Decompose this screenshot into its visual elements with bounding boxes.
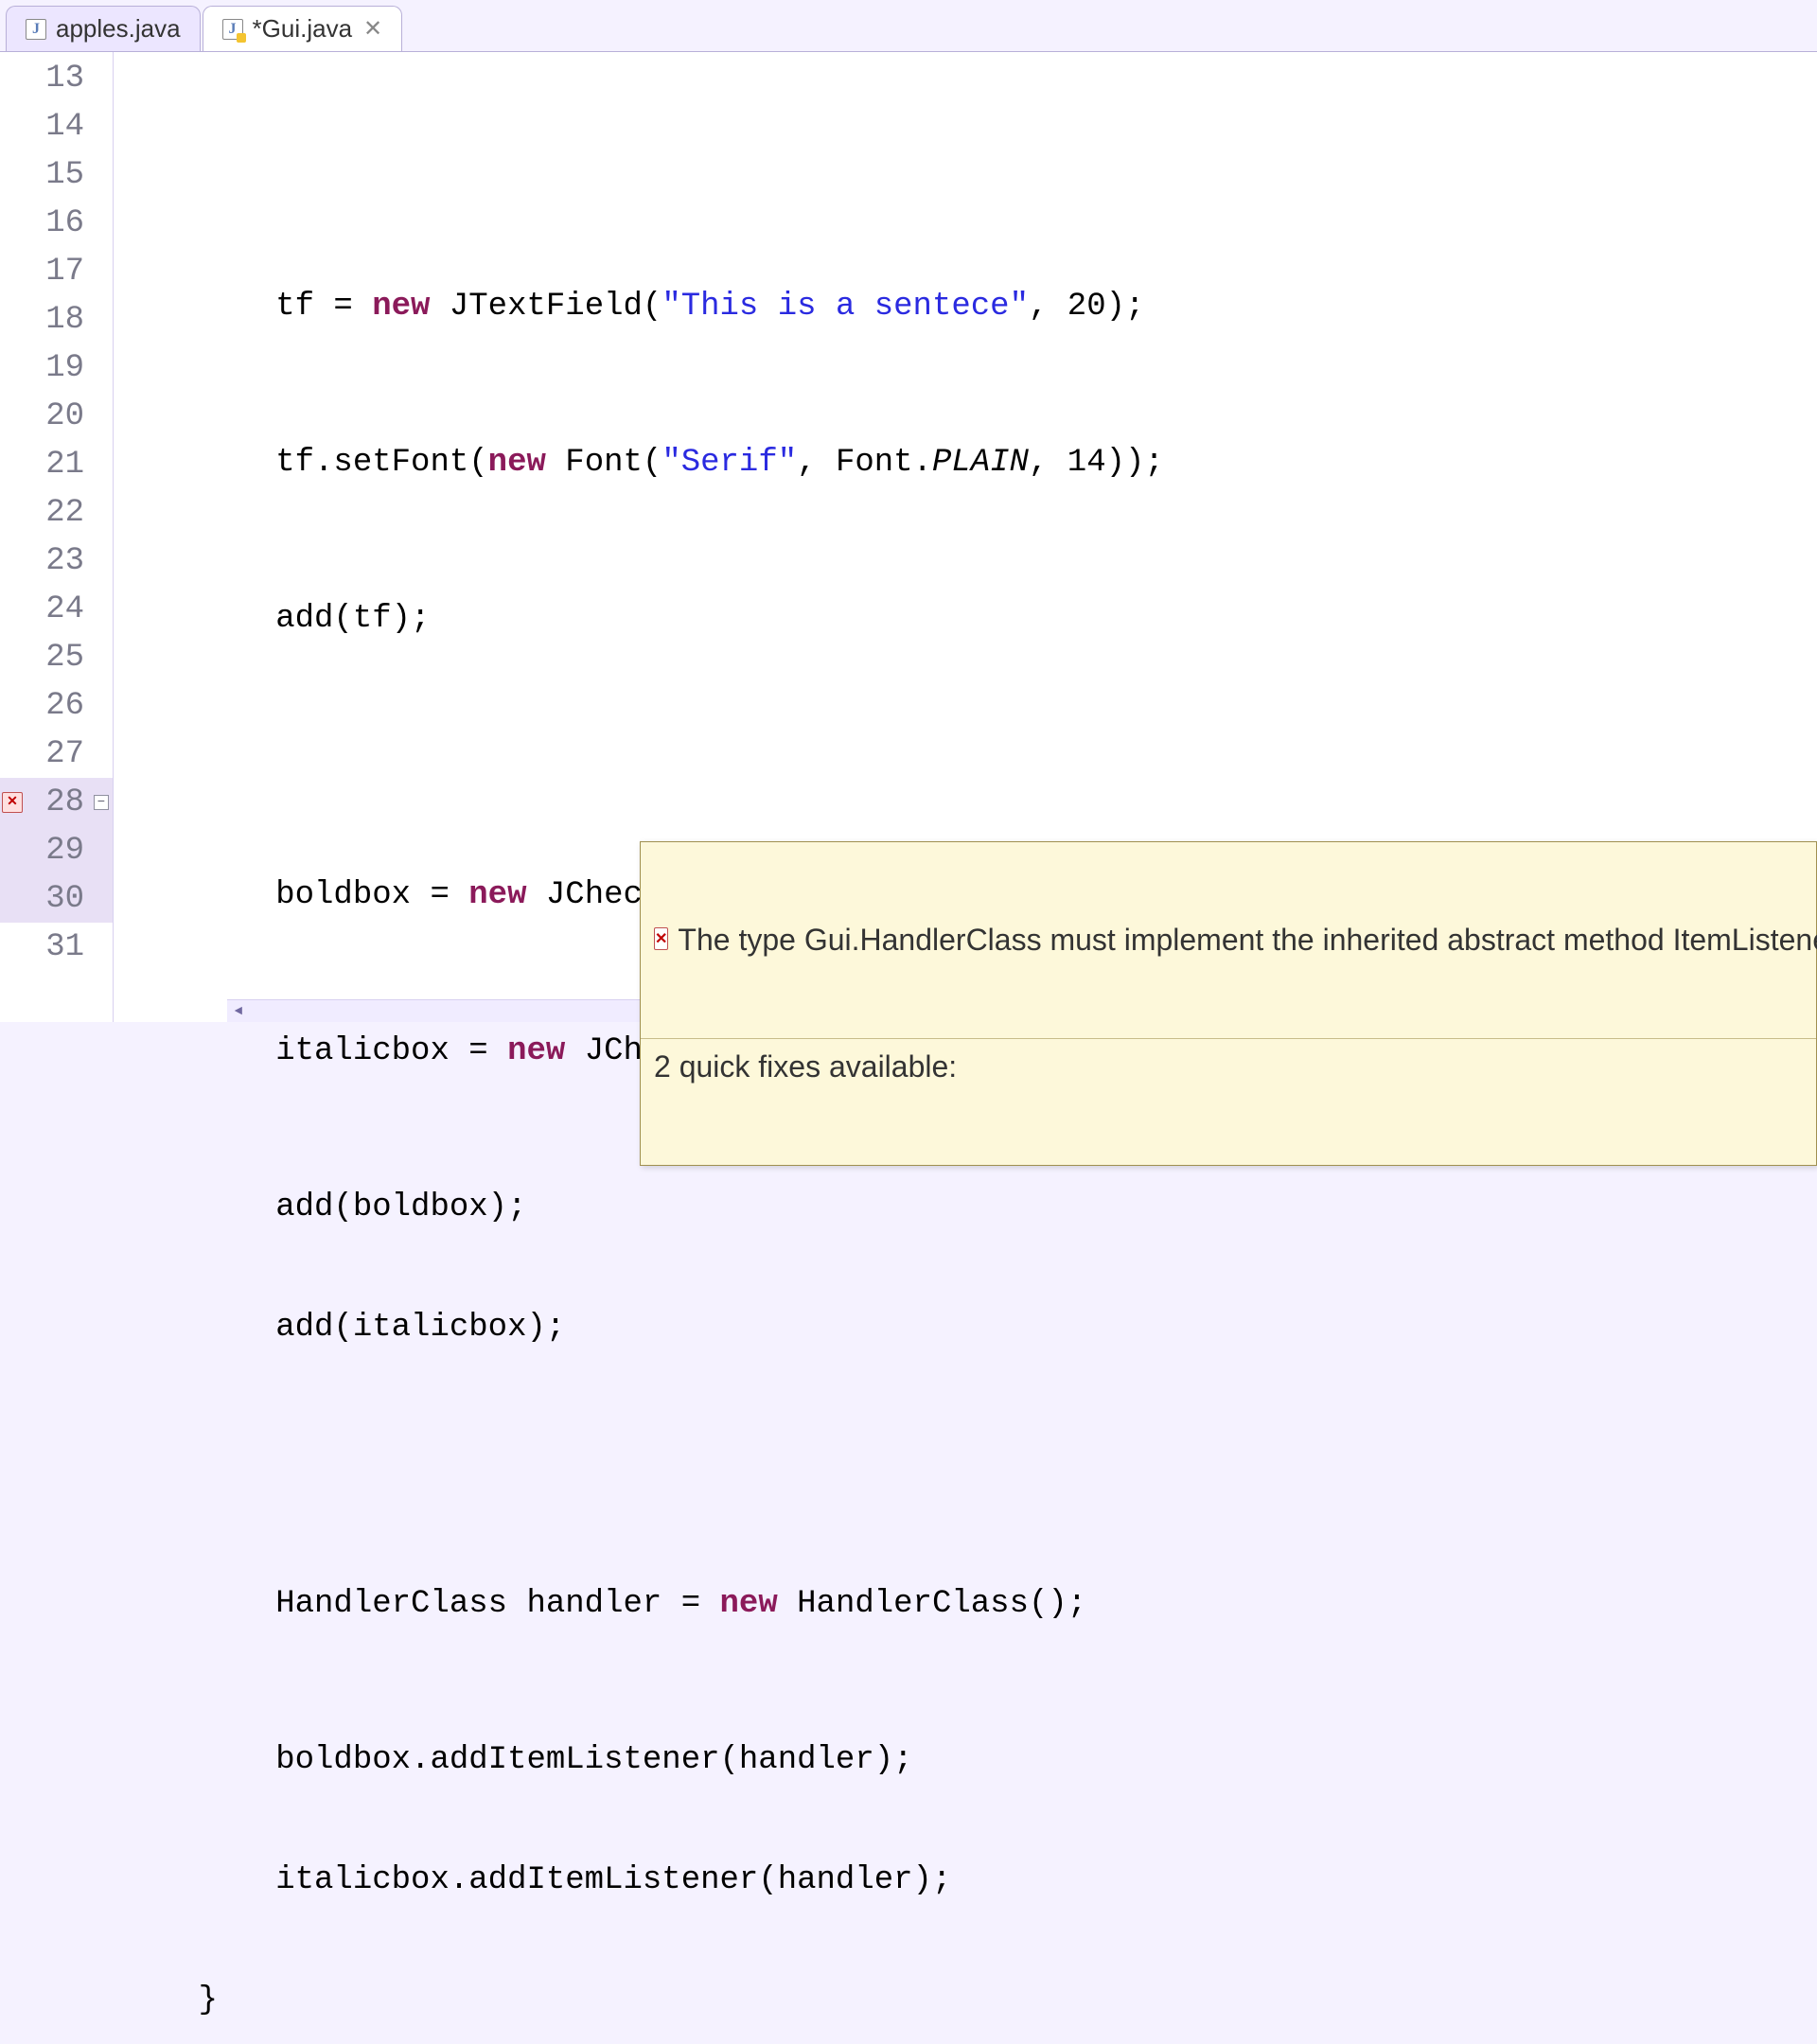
line-number: 16 [0,199,113,247]
code-line[interactable]: boldbox.addItemListener(handler); [114,1736,1817,1784]
scroll-left-icon[interactable]: ◄ [227,1000,250,1023]
code-line[interactable] [114,1423,1817,1471]
close-icon[interactable]: ✕ [363,15,382,43]
line-number: 14 [0,102,113,150]
gutter: 13 14 15 16 17 18 19 20 21 22 23 24 25 2… [0,52,114,1022]
code-line[interactable]: tf.setFont(new Font("Serif", Font.PLAIN,… [114,438,1817,486]
tab-apples[interactable]: J apples.java [6,6,201,51]
line-number: 31 [0,923,113,971]
code-line[interactable]: } [114,1976,1817,2024]
tooltip-error-message: The type Gui.HandlerClass must implement… [678,920,1817,960]
code-line[interactable] [114,714,1817,763]
line-number: 26 [0,681,113,730]
error-marker-icon[interactable]: ✕ [2,792,23,813]
line-number: 13 [0,54,113,102]
line-number: 21 [0,440,113,488]
tab-label: *Gui.java [253,14,353,44]
tooltip-quickfix-label: 2 quick fixes available: [654,1047,1803,1087]
tab-gui[interactable]: J *Gui.java ✕ [203,6,403,51]
fold-icon[interactable]: − [94,795,109,810]
line-number: 23 [0,537,113,585]
code-area[interactable]: tf = new JTextField("This is a sentece",… [114,52,1817,1022]
code-line[interactable]: HandlerClass handler = new HandlerClass(… [114,1579,1817,1628]
code-line[interactable]: add(tf); [114,594,1817,643]
line-number: 30 [0,874,113,923]
editor: 13 14 15 16 17 18 19 20 21 22 23 24 25 2… [0,51,1817,1022]
tooltip-quickfix-row[interactable]: 2 quick fixes available: [641,1038,1816,1095]
line-number: 25 [0,633,113,681]
line-number: 17 [0,247,113,295]
error-tooltip: ✕ The type Gui.HandlerClass must impleme… [640,841,1817,1166]
code-line[interactable]: add(boldbox); [114,1183,1817,1231]
error-icon: ✕ [654,927,668,950]
line-number: 22 [0,488,113,537]
java-warning-icon: J [222,19,243,40]
code-line[interactable]: tf = new JTextField("This is a sentece",… [114,282,1817,330]
line-number: 19 [0,344,113,392]
tooltip-error-row: ✕ The type Gui.HandlerClass must impleme… [641,912,1816,968]
line-number: ✕ 28 − [0,778,113,826]
line-number: 15 [0,150,113,199]
line-number: 27 [0,730,113,778]
line-number: 18 [0,295,113,344]
code-line[interactable]: italicbox.addItemListener(handler); [114,1856,1817,1904]
line-number: 24 [0,585,113,633]
line-number: 29 [0,826,113,874]
tab-label: apples.java [56,14,181,44]
code-line[interactable] [114,126,1817,174]
code-line[interactable]: add(italicbox); [114,1303,1817,1351]
line-number: 20 [0,392,113,440]
tab-bar: J apples.java J *Gui.java ✕ [0,0,1817,51]
java-icon: J [26,19,46,40]
